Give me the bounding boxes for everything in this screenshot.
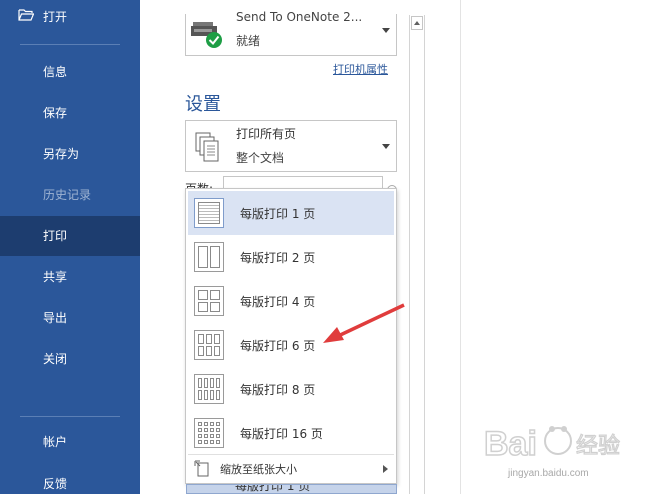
layout-16-pages-icon bbox=[194, 418, 224, 448]
layout-cell bbox=[198, 422, 203, 427]
preview-divider bbox=[460, 0, 461, 494]
backstage-nav: 打开 信息 保存 另存为 历史记录 打印 共享 导出 关闭 帐户 反馈 bbox=[0, 0, 140, 494]
scroll-up-icon[interactable] bbox=[411, 16, 423, 30]
layout-cell bbox=[215, 378, 220, 389]
menu-option-1-page[interactable]: 每版打印 1 页 bbox=[188, 191, 394, 235]
menu-option-2-pages[interactable]: 每版打印 2 页 bbox=[188, 235, 394, 279]
nav-item-print[interactable]: 打印 bbox=[0, 216, 140, 256]
layout-cell bbox=[203, 378, 209, 389]
layout-cell bbox=[198, 202, 220, 224]
settings-heading: 设置 bbox=[185, 94, 221, 115]
layout-cell bbox=[203, 433, 209, 439]
layout-cell bbox=[213, 334, 220, 345]
layout-cell bbox=[205, 345, 213, 356]
layout-cell bbox=[198, 439, 203, 444]
folder-open-icon bbox=[18, 9, 34, 21]
nav-item-open-label: 打开 bbox=[43, 10, 68, 24]
layout-1-page-icon bbox=[194, 198, 224, 228]
nav-item-account[interactable]: 帐户 bbox=[0, 422, 140, 462]
layout-cell bbox=[203, 422, 209, 427]
printer-select[interactable]: Send To OneNote 2... 就绪 bbox=[185, 10, 397, 56]
settings-scrollbar[interactable] bbox=[409, 15, 425, 494]
layout-8-pages-icon bbox=[194, 374, 224, 404]
layout-cell bbox=[209, 378, 215, 389]
printer-ready-icon bbox=[191, 22, 222, 48]
scale-page-icon bbox=[194, 460, 209, 477]
menu-option-label: 每版打印 4 页 bbox=[240, 295, 316, 309]
print-range-title: 打印所有页 bbox=[236, 127, 297, 141]
nav-item-close[interactable]: 关闭 bbox=[0, 339, 140, 379]
layout-cell bbox=[198, 301, 209, 312]
layout-cell bbox=[209, 301, 220, 312]
nav-item-feedback[interactable]: 反馈 bbox=[0, 464, 140, 494]
layout-cell bbox=[198, 389, 203, 400]
menu-option-4-pages[interactable]: 每版打印 4 页 bbox=[188, 279, 394, 323]
pages-icon bbox=[195, 132, 219, 162]
watermark-url: jingyan.baidu.com bbox=[508, 468, 589, 479]
chevron-down-icon bbox=[382, 144, 390, 149]
print-range-subtitle: 整个文档 bbox=[236, 151, 285, 165]
svg-text:经验: 经验 bbox=[576, 434, 620, 459]
svg-text:Bai: Bai bbox=[484, 425, 537, 463]
scale-to-paper-label: 缩放至纸张大小 bbox=[220, 463, 297, 476]
layout-cell bbox=[209, 433, 215, 439]
layout-4-pages-icon bbox=[194, 286, 224, 316]
nav-item-save-as[interactable]: 另存为 bbox=[0, 134, 140, 174]
chevron-down-icon bbox=[382, 28, 390, 33]
menu-separator bbox=[188, 454, 394, 455]
layout-cell bbox=[198, 246, 209, 268]
printer-status: 就绪 bbox=[236, 34, 261, 48]
layout-2-pages-icon bbox=[194, 242, 224, 272]
layout-cell bbox=[198, 290, 209, 301]
nav-item-open[interactable]: 打开 bbox=[0, 0, 140, 32]
nav-item-info[interactable]: 信息 bbox=[0, 52, 140, 92]
menu-option-8-pages[interactable]: 每版打印 8 页 bbox=[188, 367, 394, 411]
nav-item-history: 历史记录 bbox=[43, 188, 92, 202]
menu-option-label: 每版打印 6 页 bbox=[240, 339, 316, 353]
menu-option-6-pages[interactable]: 每版打印 6 页 bbox=[188, 323, 394, 367]
layout-cell bbox=[215, 422, 220, 427]
layout-cell bbox=[203, 427, 209, 433]
pages-per-sheet-select[interactable]: 每版打印 1 页 bbox=[186, 484, 397, 494]
nav-item-save[interactable]: 保存 bbox=[0, 93, 140, 133]
layout-cell bbox=[203, 439, 209, 444]
menu-option-label: 每版打印 8 页 bbox=[240, 383, 316, 397]
nav-item-export[interactable]: 导出 bbox=[0, 298, 140, 338]
menu-option-label: 每版打印 2 页 bbox=[240, 251, 316, 265]
layout-cell bbox=[209, 246, 220, 268]
layout-cell bbox=[203, 389, 209, 400]
layout-cell bbox=[198, 345, 205, 356]
menu-option-label: 每版打印 1 页 bbox=[240, 207, 316, 221]
menu-option-label: 每版打印 16 页 bbox=[240, 427, 323, 441]
layout-cell bbox=[198, 334, 205, 345]
menu-option-scale-to-paper[interactable]: 缩放至纸张大小 bbox=[188, 456, 394, 482]
layout-cell bbox=[209, 290, 220, 301]
layout-6-pages-icon bbox=[194, 330, 224, 360]
pages-per-sheet-value: 每版打印 1 页 bbox=[235, 484, 311, 493]
layout-cell bbox=[209, 439, 215, 444]
layout-cell bbox=[205, 334, 213, 345]
printer-name: Send To OneNote 2... bbox=[236, 10, 363, 24]
layout-cell bbox=[198, 378, 203, 389]
layout-cell bbox=[215, 427, 220, 433]
printer-properties-link[interactable]: 打印机属性 bbox=[333, 61, 388, 77]
menu-option-16-pages[interactable]: 每版打印 16 页 bbox=[188, 411, 394, 455]
layout-cell bbox=[209, 422, 215, 427]
layout-cell bbox=[198, 427, 203, 433]
layout-cell bbox=[215, 433, 220, 439]
print-range-select[interactable]: 打印所有页 整个文档 bbox=[185, 120, 397, 172]
layout-cell bbox=[213, 345, 220, 356]
nav-separator bbox=[20, 44, 120, 45]
nav-item-share[interactable]: 共享 bbox=[0, 257, 140, 297]
layout-cell bbox=[209, 389, 215, 400]
layout-cell bbox=[215, 439, 220, 444]
pages-per-sheet-menu: 每版打印 1 页 每版打印 2 页 每版打印 4 页 每版打印 6 页 每版打印… bbox=[185, 188, 397, 484]
layout-cell bbox=[209, 427, 215, 433]
nav-separator bbox=[20, 416, 120, 417]
layout-cell bbox=[215, 389, 220, 400]
chevron-right-icon bbox=[383, 465, 388, 473]
layout-cell bbox=[198, 433, 203, 439]
